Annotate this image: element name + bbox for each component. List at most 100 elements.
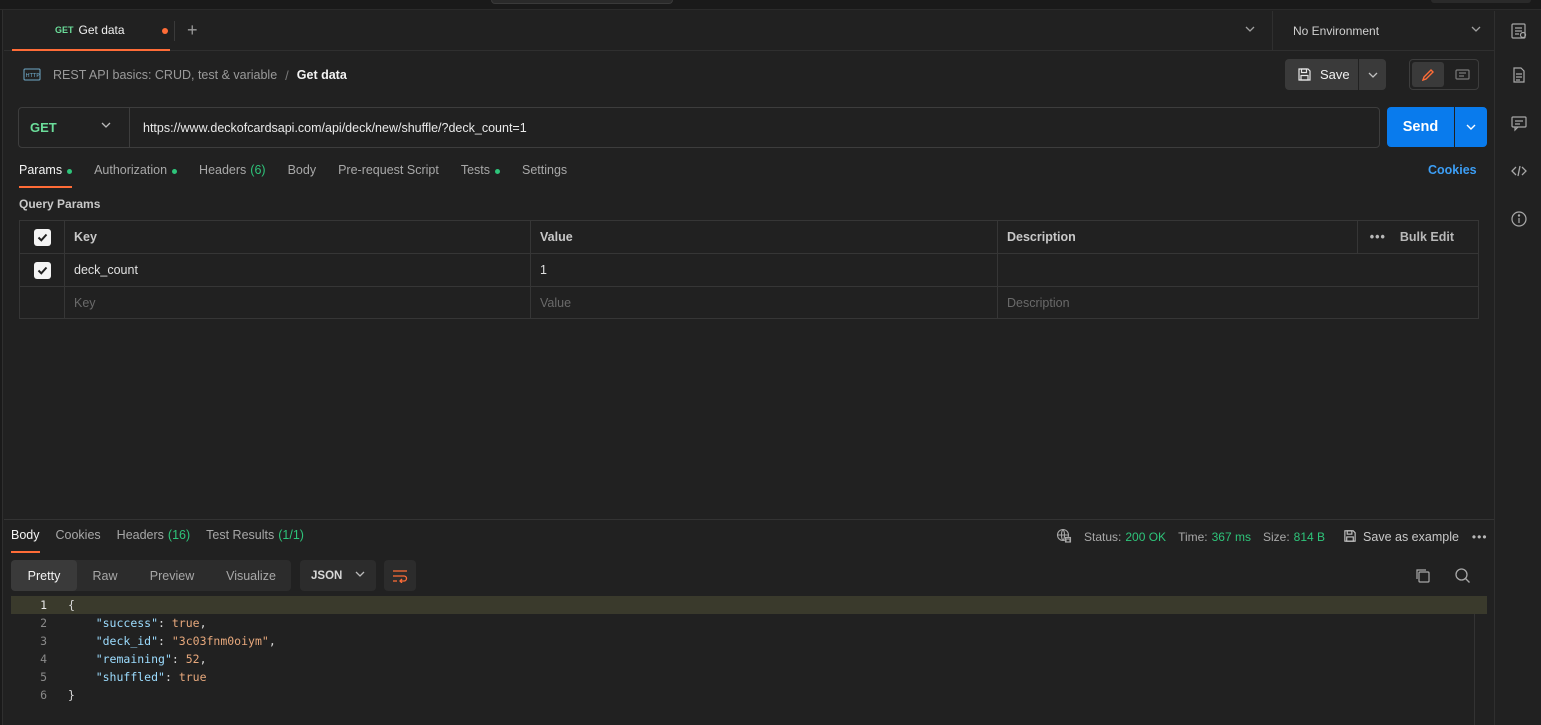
mode-toggle xyxy=(1409,59,1479,90)
view-pretty[interactable]: Pretty xyxy=(11,560,77,591)
send-options-chevron-down-icon[interactable] xyxy=(1455,107,1487,147)
view-visualize[interactable]: Visualize xyxy=(215,560,287,591)
documentation-icon[interactable] xyxy=(1510,66,1528,84)
json-key: "shuffled" xyxy=(95,670,165,684)
value-placeholder[interactable]: Value xyxy=(531,287,998,319)
param-value-cell[interactable]: 1 xyxy=(531,254,998,286)
param-description-cell[interactable] xyxy=(998,254,1478,286)
right-sidebar xyxy=(1494,11,1541,725)
row-checkbox[interactable] xyxy=(33,261,51,279)
json-value: true xyxy=(171,616,200,630)
top-right-pill[interactable] xyxy=(1431,0,1531,3)
response-body-editor[interactable]: 1 { 2 "success": true, 3 "deck_id": "3c0… xyxy=(11,596,1487,706)
table-row: deck_count 1 xyxy=(20,254,1478,287)
json-key: "success" xyxy=(95,616,159,630)
response-tab-headers-label: Headers xyxy=(116,528,164,542)
edit-pencil-icon[interactable] xyxy=(1412,62,1444,87)
line-number: 2 xyxy=(40,616,47,630)
description-placeholder[interactable]: Description xyxy=(998,287,1478,319)
status-value[interactable]: 200 OK xyxy=(1125,530,1166,544)
json-value: "3c03fnm0oiym" xyxy=(171,634,269,648)
tab-authorization[interactable]: Authorization xyxy=(94,160,178,188)
more-options-icon[interactable]: ••• xyxy=(1472,530,1488,544)
description-header-label: Description xyxy=(1007,230,1076,244)
editor-scrollbar[interactable] xyxy=(1474,614,1487,725)
response-divider[interactable] xyxy=(4,519,1494,520)
wrap-lines-icon[interactable] xyxy=(384,560,416,591)
unsaved-dot xyxy=(162,28,168,34)
save-as-example-button[interactable]: Save as example xyxy=(1363,530,1459,544)
comment-mode-icon[interactable] xyxy=(1446,62,1478,87)
breadcrumb: HTTP REST API basics: CRUD, test & varia… xyxy=(23,64,347,86)
code-snippet-icon[interactable] xyxy=(1510,162,1528,180)
cookies-link[interactable]: Cookies xyxy=(1428,163,1477,177)
top-search-pill[interactable] xyxy=(491,0,673,4)
json-comma: , xyxy=(199,652,207,666)
time-label: Time: xyxy=(1178,530,1208,544)
response-tab-cookies[interactable]: Cookies xyxy=(56,525,101,553)
environment-chevron-down-icon[interactable] xyxy=(1470,23,1482,38)
code-text: } xyxy=(68,688,75,702)
format-selector[interactable]: JSON xyxy=(300,560,376,591)
code-line: 6 } xyxy=(11,686,1487,704)
save-options-chevron-down-icon[interactable] xyxy=(1359,59,1386,90)
status-dot xyxy=(172,169,178,174)
tab-bar: GET Get data + No Environment xyxy=(4,11,1494,51)
code-line: 1 { xyxy=(11,596,1487,614)
send-button[interactable]: Send xyxy=(1387,107,1454,147)
code-text: "success": true, xyxy=(95,616,207,630)
time-value[interactable]: 367 ms xyxy=(1212,530,1251,544)
response-tab-body[interactable]: Body xyxy=(11,525,40,553)
select-all-checkbox[interactable] xyxy=(33,228,51,246)
tab-params[interactable]: Params xyxy=(19,160,73,188)
tab-settings-label: Settings xyxy=(522,163,568,177)
key-placeholder[interactable]: Key xyxy=(65,287,531,319)
response-tab-headers[interactable]: Headers (16) xyxy=(117,525,190,553)
tab-body[interactable]: Body xyxy=(288,160,317,188)
response-view-toggle: Pretty Raw Preview Visualize xyxy=(11,560,291,591)
info-icon[interactable] xyxy=(1510,210,1528,228)
json-value: 52 xyxy=(185,652,200,666)
url-bar: GET xyxy=(18,107,1380,148)
network-globe-icon[interactable] xyxy=(1056,528,1072,547)
tab-headers[interactable]: Headers (6) xyxy=(199,160,266,188)
view-raw[interactable]: Raw xyxy=(77,560,133,591)
line-number: 6 xyxy=(40,688,47,702)
url-input[interactable] xyxy=(143,108,1363,147)
response-tab-body-label: Body xyxy=(11,528,40,542)
tab-get-data[interactable]: GET Get data xyxy=(12,11,170,51)
tab-pre-request-script[interactable]: Pre-request Script xyxy=(338,160,439,188)
breadcrumb-collection[interactable]: REST API basics: CRUD, test & variable xyxy=(53,68,277,82)
view-preview[interactable]: Preview xyxy=(139,560,205,591)
environment-quick-look-icon[interactable] xyxy=(1510,22,1528,40)
tab-settings[interactable]: Settings xyxy=(522,160,567,188)
json-comma: , xyxy=(199,616,207,630)
tab-title: Get data xyxy=(78,23,125,37)
more-options-icon[interactable]: ••• xyxy=(1370,230,1386,244)
headers-count: (6) xyxy=(250,163,266,177)
param-key-cell[interactable]: deck_count xyxy=(65,254,531,286)
search-icon[interactable] xyxy=(1454,567,1471,587)
save-button[interactable]: Save xyxy=(1285,59,1358,90)
method-label: GET xyxy=(30,120,57,135)
query-params-table: Key Value Description ••• Bulk Edit deck… xyxy=(19,220,1479,319)
copy-icon[interactable] xyxy=(1414,567,1431,587)
status-dot xyxy=(67,169,73,174)
window-top-strip xyxy=(0,0,1541,10)
line-number: 1 xyxy=(40,598,47,612)
response-tab-test-results[interactable]: Test Results (1/1) xyxy=(206,525,304,553)
tab-list-chevron-down-icon[interactable] xyxy=(1244,23,1256,38)
size-value[interactable]: 814 B xyxy=(1294,530,1325,544)
save-example-icon[interactable] xyxy=(1343,529,1357,546)
bulk-edit-button[interactable]: ••• Bulk Edit xyxy=(1356,221,1454,253)
comments-icon[interactable] xyxy=(1510,114,1528,132)
response-tab-cookies-label: Cookies xyxy=(55,528,101,542)
json-comma: , xyxy=(268,634,276,648)
environment-selector[interactable]: No Environment xyxy=(1293,11,1379,51)
tab-tests[interactable]: Tests xyxy=(461,160,500,188)
new-tab-plus-icon[interactable]: + xyxy=(187,19,198,41)
breadcrumb-request-title[interactable]: Get data xyxy=(297,68,347,82)
method-selector[interactable]: GET xyxy=(19,108,130,147)
code-line: 2 "success": true, xyxy=(11,614,1487,632)
code-line: 3 "deck_id": "3c03fnm0oiym", xyxy=(11,632,1487,650)
